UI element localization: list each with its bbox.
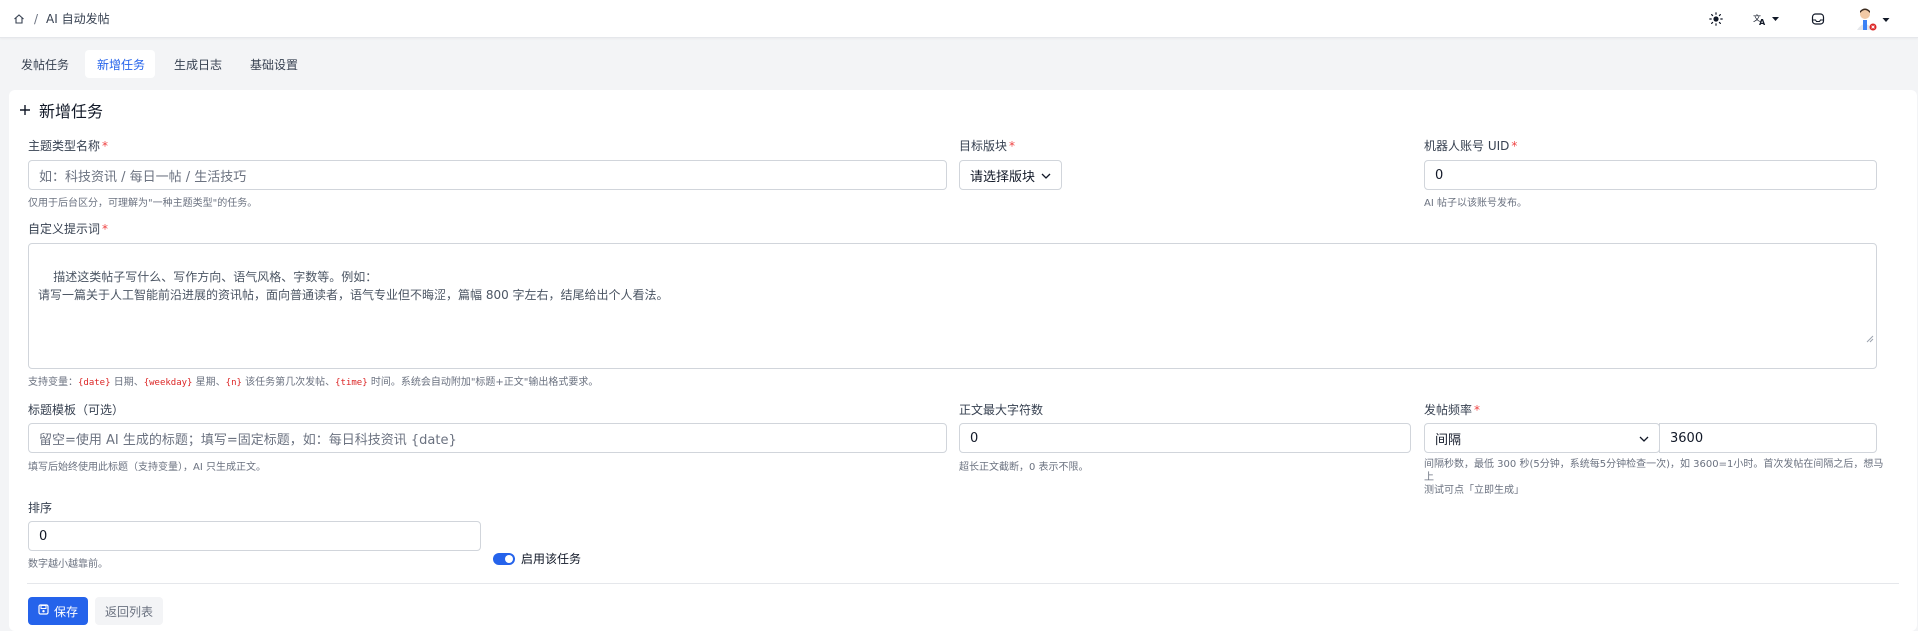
theme-sun-icon[interactable] [1706, 7, 1726, 31]
enable-task-toggle[interactable] [493, 552, 515, 565]
home-icon[interactable] [12, 12, 26, 26]
new-task-form: 新增任务 主题类型名称 * 如：科技资讯 / 每日一帖 / 生活技巧 仅用于后台区… [9, 90, 1917, 631]
resize-handle-icon[interactable] [1843, 312, 1874, 366]
tab-bar: 发帖任务 新增任务 生成日志 基础设置 [0, 50, 1918, 80]
board-label: 目标版块 * [959, 139, 1016, 153]
prompt-textarea[interactable]: 描述这类帖子写什么、写作方向、语气风格、字数等。例如： 请写一篇关于人工智能前沿… [28, 243, 1877, 369]
title-template-label: 标题模板（可选） [28, 403, 125, 417]
plus-icon [19, 101, 31, 120]
chevron-down-icon [1041, 168, 1051, 183]
enable-task-label: 启用该任务 [521, 552, 582, 566]
frequency-label: 发帖频率 * [1424, 403, 1481, 417]
form-title: 新增任务 [39, 102, 104, 121]
top-bar: / AI 自动发帖 文 A [0, 0, 1918, 38]
language-icon[interactable]: 文 A [1752, 7, 1782, 31]
board-select-value: 请选择版块 [970, 169, 1036, 185]
breadcrumb-current: AI 自动发帖 [46, 12, 110, 26]
frequency-help: 间隔秒数，最低 300 秒(5分钟，系统每5分钟检查一次)，如 3600=1小时… [1424, 459, 1884, 496]
topic-help: 仅用于后台区分，可理解为"一种主题类型"的任务。 [28, 198, 258, 209]
enable-task-toggle-row[interactable]: 启用该任务 [493, 550, 581, 567]
prompt-placeholder: 描述这类帖子写什么、写作方向、语气风格、字数等。例如： 请写一篇关于人工智能前沿… [38, 270, 669, 302]
robot-uid-label: 机器人账号 UID * [1424, 139, 1518, 153]
breadcrumb: / AI 自动发帖 [12, 10, 110, 27]
sort-input[interactable]: 0 [28, 521, 481, 551]
chevron-down-icon [1639, 431, 1649, 446]
chevron-down-icon [1882, 12, 1890, 26]
robot-uid-help: AI 帖子以该账号发布。 [1424, 198, 1527, 209]
user-menu[interactable] [1854, 6, 1890, 32]
sort-help: 数字越小越靠前。 [28, 559, 108, 570]
inbox-icon[interactable] [1808, 7, 1828, 31]
avatar [1854, 6, 1878, 32]
breadcrumb-separator: / [34, 11, 39, 26]
save-icon [38, 604, 49, 618]
back-to-list-button[interactable]: 返回列表 [95, 597, 164, 625]
topic-input[interactable]: 如：科技资讯 / 每日一帖 / 生活技巧 [28, 160, 947, 190]
board-select[interactable]: 请选择版块 [959, 160, 1062, 190]
save-button-label: 保存 [54, 604, 79, 619]
prompt-help: 支持变量：{date} 日期、{weekday} 星期、{n} 该任务第几次发帖… [28, 377, 599, 388]
tab-basic-settings[interactable]: 基础设置 [250, 56, 298, 73]
tab-post-tasks[interactable]: 发帖任务 [21, 56, 69, 73]
max-chars-label: 正文最大字符数 [959, 403, 1044, 417]
svg-text:A: A [1759, 18, 1766, 26]
max-chars-input[interactable]: 0 [959, 423, 1411, 453]
form-header: 新增任务 [19, 98, 103, 122]
prompt-label: 自定义提示词 * [28, 222, 109, 236]
tab-new-task[interactable]: 新增任务 [97, 56, 145, 73]
topic-label: 主题类型名称 * [28, 139, 109, 153]
frequency-mode-value: 间隔 [1435, 432, 1462, 448]
save-button[interactable]: 保存 [28, 597, 89, 625]
title-template-input[interactable]: 留空=使用 AI 生成的标题；填写=固定标题，如：每日科技资讯 {date} [28, 423, 947, 453]
frequency-interval-input[interactable]: 3600 [1659, 423, 1877, 453]
sort-label: 排序 [28, 501, 53, 515]
robot-uid-input[interactable]: 0 [1424, 160, 1877, 190]
title-template-help: 填写后始终使用此标题（支持变量），AI 只生成正文。 [28, 462, 266, 473]
max-chars-help: 超长正文截断，0 表示不限。 [959, 462, 1089, 473]
tab-generation-log[interactable]: 生成日志 [174, 56, 222, 73]
form-divider [27, 583, 1899, 584]
frequency-mode-select[interactable]: 间隔 [1424, 423, 1660, 453]
